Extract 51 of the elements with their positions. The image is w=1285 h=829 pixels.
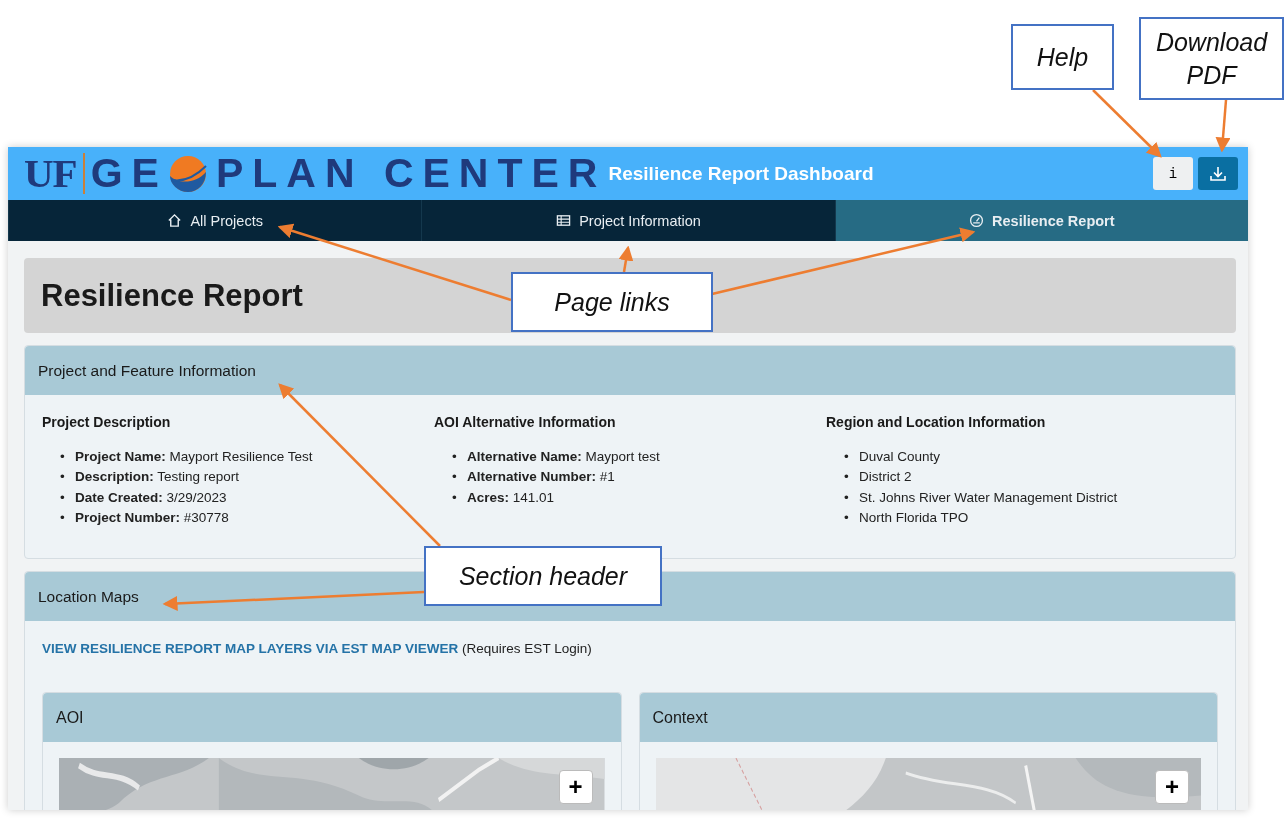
- bullet: •: [452, 468, 458, 486]
- logo-text: GE: [90, 153, 168, 194]
- nav-tab[interactable]: Resilience Report: [834, 200, 1248, 241]
- map-card-header: AOI: [43, 693, 621, 742]
- info-item: North Florida TPO: [859, 509, 969, 528]
- home-icon: [167, 213, 183, 228]
- info-item: Date Created: 3/29/2023: [75, 488, 227, 507]
- callout-label: Help: [1011, 24, 1114, 90]
- dashboard-title: Resilience Report Dashboard: [608, 162, 874, 185]
- info-item: Acres: 141.01: [467, 488, 555, 507]
- callout-arrow: [618, 245, 634, 273]
- logo-mark: UF: [24, 153, 85, 194]
- info-item: St. Johns River Water Management District: [859, 488, 1118, 507]
- callout-arrow: [1215, 99, 1231, 153]
- download-button[interactable]: [1198, 157, 1238, 190]
- logo-text: PLAN CENTER: [215, 153, 607, 194]
- gauge-icon: [969, 213, 985, 228]
- map-card-header: Context: [639, 693, 1217, 742]
- bullet: •: [844, 488, 850, 506]
- info-item: District 2: [859, 468, 912, 487]
- bullet: •: [60, 509, 66, 527]
- section-header: Project and Feature Information: [25, 346, 1235, 395]
- info-item: Duval County: [859, 447, 941, 466]
- column-heading: AOI Alternative Information: [434, 414, 617, 430]
- bullet: •: [60, 468, 66, 486]
- info-item: Alternative Number: #1: [467, 468, 615, 487]
- bullet: •: [452, 447, 458, 465]
- callout-arrow: [1092, 89, 1162, 158]
- zoom-in-button[interactable]: +: [558, 770, 593, 804]
- column-heading: Project Description: [42, 414, 172, 430]
- map-viewer-text: VIEW RESILIENCE REPORT MAP LAYERS VIA EST MAP VIEWER (Requires EST Login): [41, 640, 593, 658]
- bullet: •: [60, 488, 66, 506]
- info-item: Description: Testing report: [75, 468, 240, 487]
- bullet: •: [60, 447, 66, 465]
- callout-label: Section header: [424, 546, 662, 606]
- globe-icon: [167, 153, 208, 194]
- zoom-in-button[interactable]: +: [1155, 770, 1189, 804]
- column-heading: Region and Location Information: [826, 414, 1047, 430]
- info-item: Project Number: #30778: [75, 509, 229, 528]
- map-viewer-link[interactable]: VIEW RESILIENCE REPORT MAP LAYERS VIA EST MAP VIEWER: [42, 641, 459, 656]
- bullet: •: [452, 488, 458, 506]
- info-item: Project Name: Mayport Resilience Test: [75, 447, 313, 466]
- help-button[interactable]: i: [1153, 157, 1193, 190]
- download-icon: [1209, 164, 1227, 183]
- bullet: •: [844, 509, 850, 527]
- bullet: •: [844, 468, 850, 486]
- table-icon: [556, 213, 572, 228]
- bullet: •: [844, 447, 850, 465]
- info-item: Alternative Name: Mayport test: [467, 447, 660, 466]
- callout-label: Download PDF: [1139, 17, 1284, 100]
- callout-label: Page links: [511, 272, 713, 332]
